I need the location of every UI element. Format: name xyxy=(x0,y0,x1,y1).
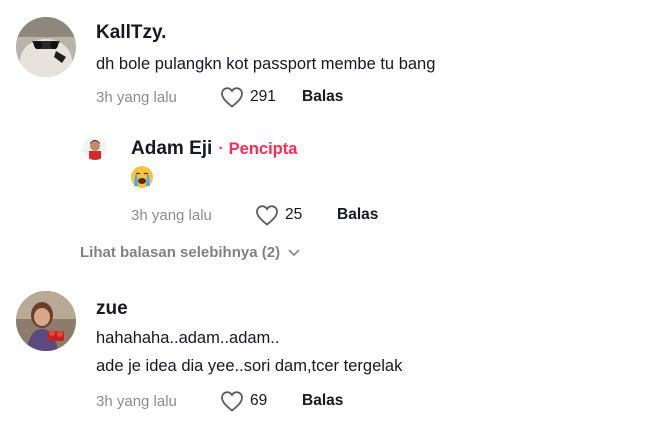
comment-author[interactable]: KallTzy. xyxy=(96,22,166,44)
like-count: 69 xyxy=(250,392,268,409)
avatar-image xyxy=(16,17,76,77)
reply-button[interactable]: Balas xyxy=(337,206,378,224)
reply-time: 3h yang lalu xyxy=(131,206,212,224)
avatar[interactable] xyxy=(83,136,107,160)
like-button[interactable]: 291 xyxy=(220,86,302,108)
comment-time: 3h yang lalu xyxy=(96,88,177,106)
view-more-replies-label: Lihat balasan selebihnya (2) xyxy=(80,244,281,261)
like-button[interactable]: 69 xyxy=(220,390,302,412)
avatar-image xyxy=(16,291,76,351)
avatar-image xyxy=(83,136,107,160)
heart-icon xyxy=(221,391,243,412)
creator-badge: Pencipta xyxy=(228,139,298,158)
heart-icon xyxy=(256,205,278,226)
reply-author[interactable]: Adam Eji xyxy=(131,138,212,160)
comment-time: 3h yang lalu xyxy=(96,392,177,410)
avatar[interactable] xyxy=(16,17,76,77)
avatar[interactable] xyxy=(16,291,76,351)
view-more-replies-button[interactable]: Lihat balasan selebihnya (2) xyxy=(80,244,300,261)
heart-icon xyxy=(221,87,243,108)
reply-button[interactable]: Balas xyxy=(302,392,343,410)
comment-author[interactable]: zue xyxy=(96,298,128,320)
separator-dot: · xyxy=(218,140,224,157)
comment-text-line: ade je idea dia yee..sori dam,tcer terge… xyxy=(96,357,403,375)
like-count: 25 xyxy=(285,206,303,223)
like-button[interactable]: 25 xyxy=(255,204,337,226)
chevron-down-icon xyxy=(288,248,300,256)
comment-text: dh bole pulangkn kot passport membe tu b… xyxy=(96,55,436,73)
loudly-crying-face-emoji xyxy=(131,166,153,188)
comment-text-line: hahahaha..adam..adam.. xyxy=(96,329,280,347)
reply-button[interactable]: Balas xyxy=(302,88,343,106)
like-count: 291 xyxy=(250,88,276,105)
